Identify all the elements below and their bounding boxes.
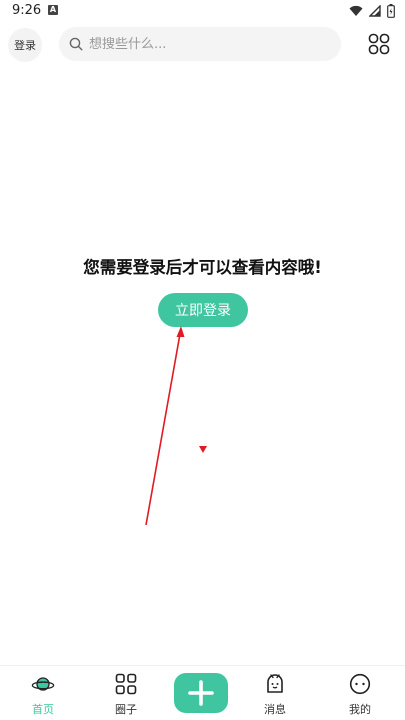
search-icon — [69, 37, 83, 51]
nav-label-home: 首页 — [32, 703, 54, 716]
annotation-arrow-line — [145, 333, 181, 526]
status-bar: 9:26 A — [0, 0, 405, 22]
bell-face-icon — [263, 672, 287, 696]
battery-icon — [387, 4, 395, 18]
login-required-message: 您需要登录后才可以查看内容哦! — [83, 258, 322, 277]
grid-icon — [114, 672, 138, 696]
planet-icon — [31, 672, 55, 696]
login-now-button[interactable]: 立即登录 — [158, 293, 248, 327]
annotation-arrowhead — [176, 326, 185, 337]
header: 登录 — [0, 26, 405, 66]
status-icons — [349, 4, 395, 18]
wifi-icon — [349, 5, 363, 16]
plus-icon — [188, 680, 214, 706]
nav-item-home[interactable]: 首页 — [13, 672, 73, 718]
search-input[interactable] — [89, 36, 329, 52]
search-bar[interactable] — [59, 27, 341, 61]
notification-icon: A — [48, 5, 58, 15]
status-time: 9:26 — [12, 3, 42, 18]
nav-label-circles: 圈子 — [115, 703, 137, 716]
nav-item-messages[interactable]: 消息 — [245, 672, 305, 718]
create-post-button[interactable] — [174, 673, 228, 713]
nav-label-me: 我的 — [349, 703, 371, 716]
nav-item-circles[interactable]: 圈子 — [96, 672, 156, 718]
signal-icon — [369, 5, 381, 17]
login-chip-button[interactable]: 登录 — [8, 28, 42, 62]
nav-item-me[interactable]: 我的 — [330, 672, 390, 718]
nav-label-messages: 消息 — [264, 703, 286, 716]
annotation-pointer-marker — [199, 446, 207, 453]
four-petal-grid-icon — [368, 33, 390, 55]
category-grid-button[interactable] — [366, 31, 392, 57]
smiley-icon — [348, 672, 372, 696]
bottom-navigation: 首页 圈子 消息 我的 — [0, 665, 405, 720]
annotation-overlay — [145, 326, 207, 526]
